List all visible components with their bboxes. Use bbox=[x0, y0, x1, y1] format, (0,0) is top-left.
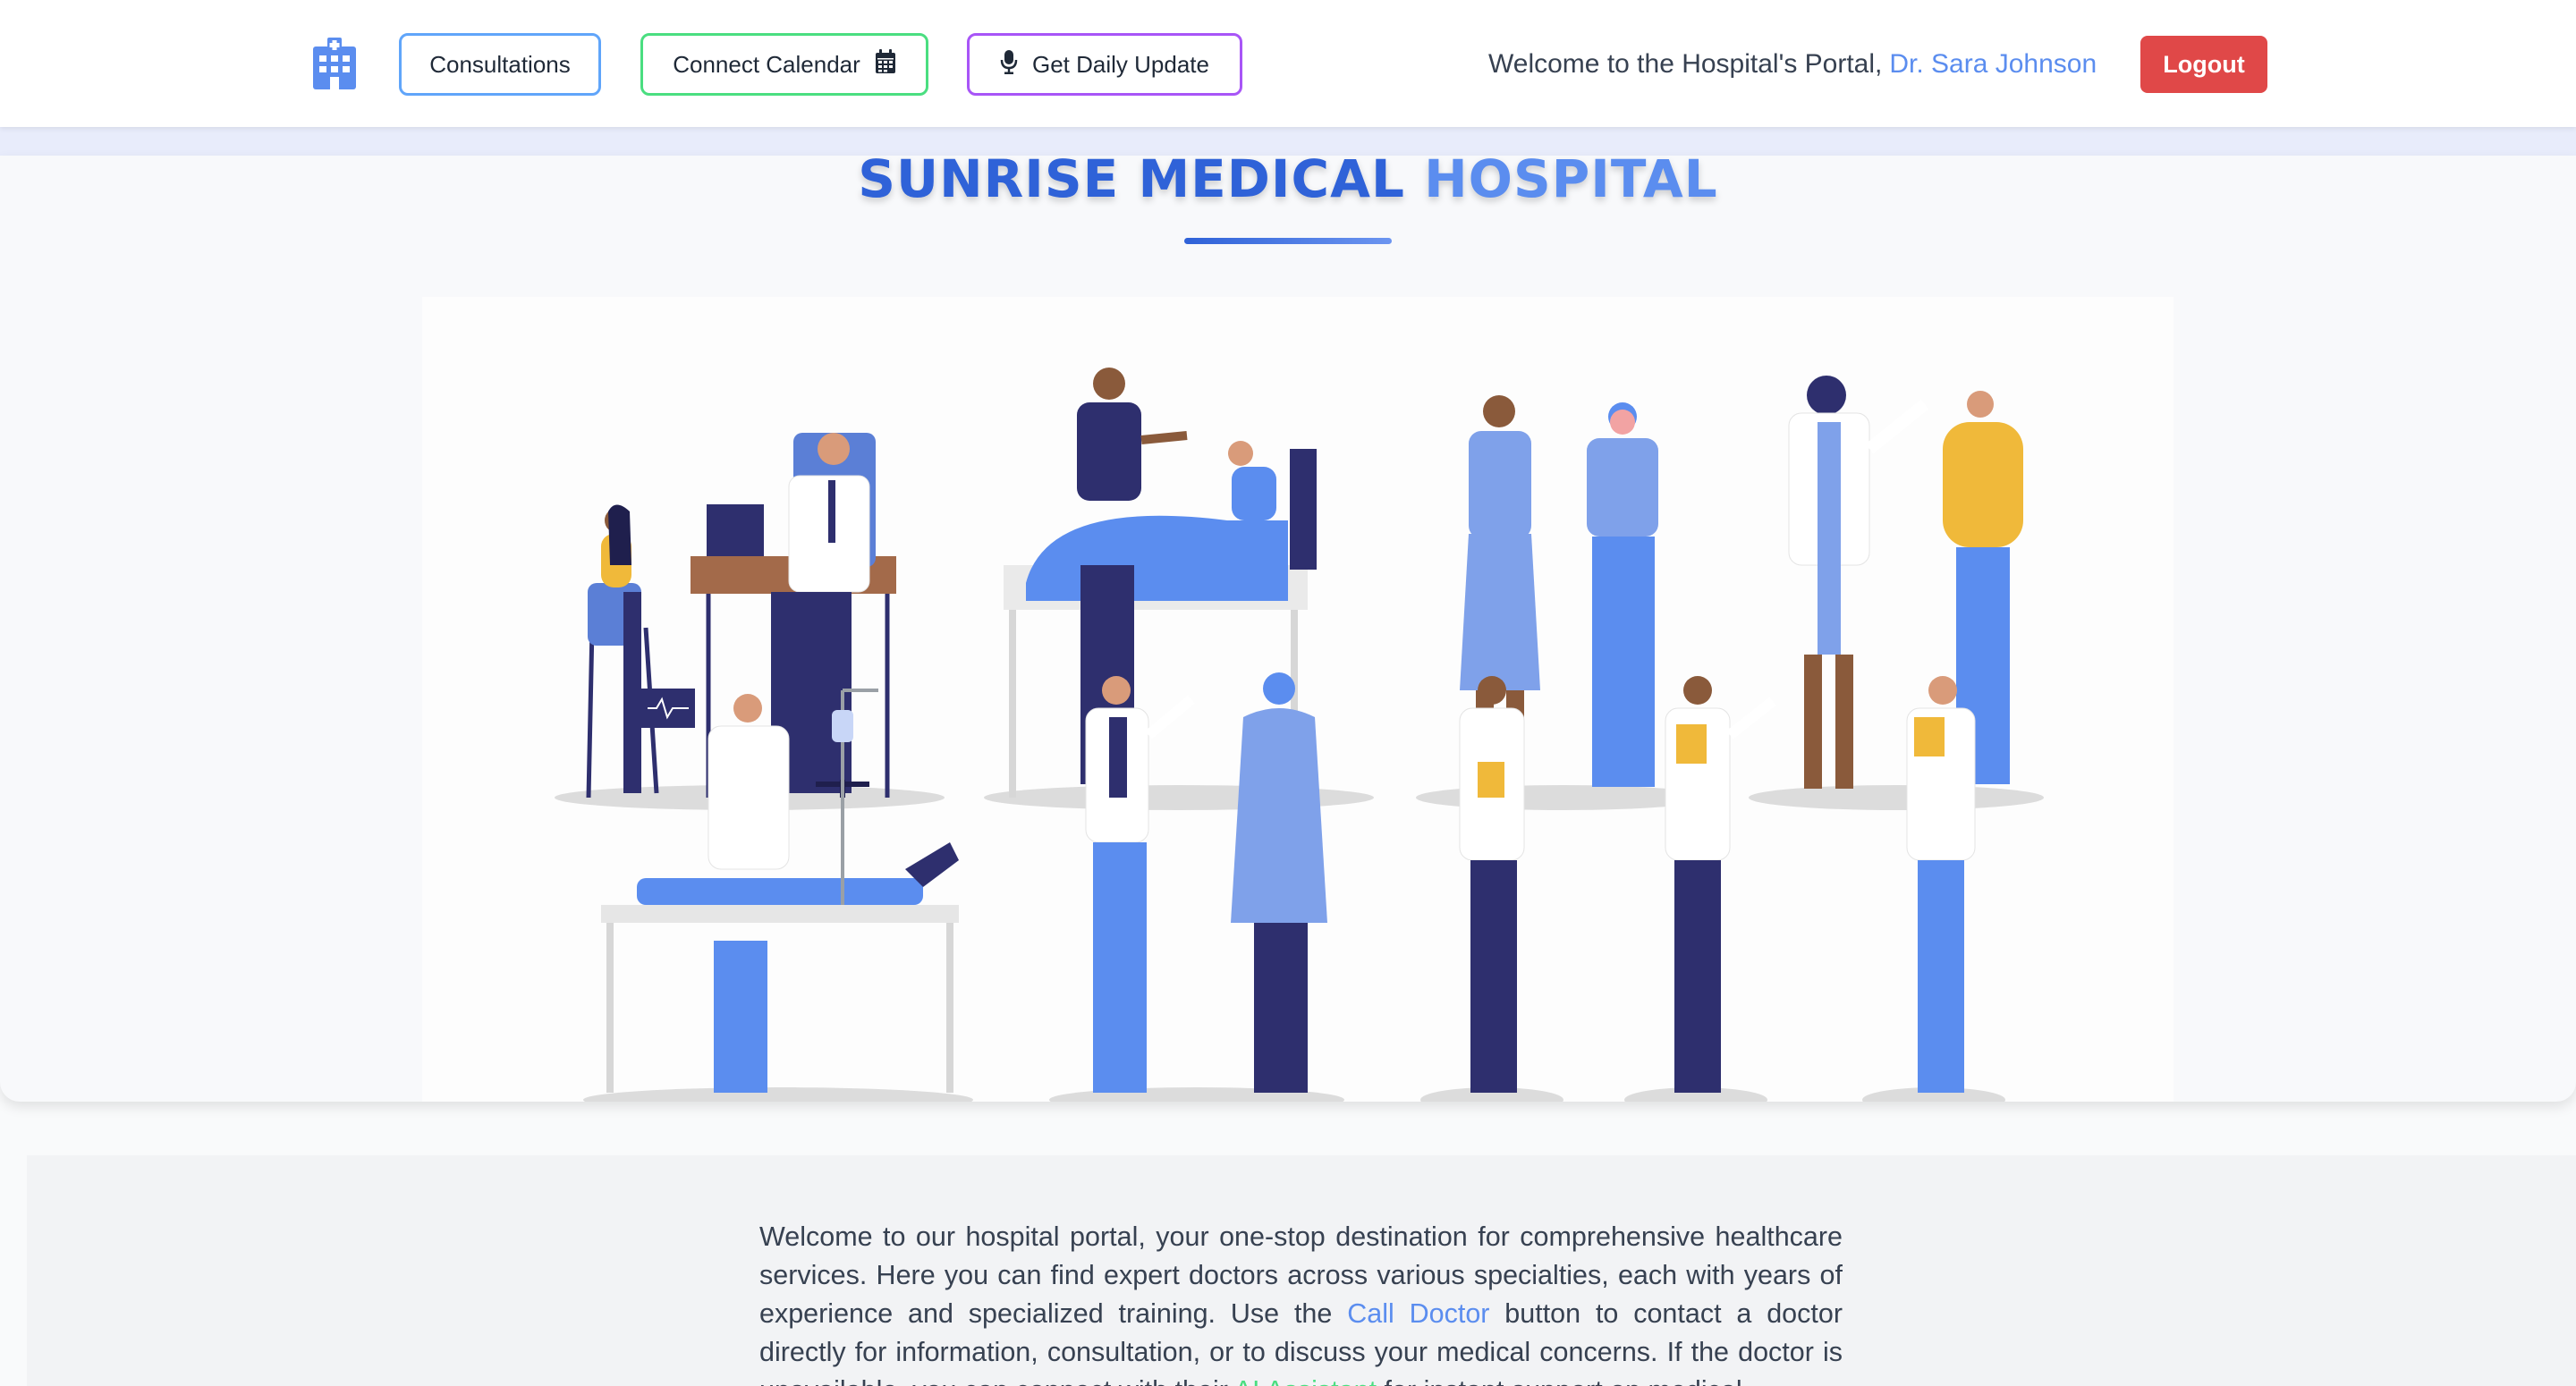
hospital-building-icon[interactable] bbox=[311, 38, 358, 89]
top-navbar: Consultations Connect Calendar Get Daily… bbox=[0, 0, 2576, 127]
title-underline bbox=[1184, 238, 1392, 244]
call-doctor-link[interactable]: Call Doctor bbox=[1347, 1298, 1489, 1329]
connect-calendar-label: Connect Calendar bbox=[673, 50, 860, 78]
hospital-title-part2: HOSPITAL bbox=[1424, 148, 1718, 209]
calendar-icon bbox=[875, 48, 896, 80]
logout-button[interactable]: Logout bbox=[2140, 36, 2267, 93]
get-daily-update-label: Get Daily Update bbox=[1032, 50, 1209, 78]
hospital-title: SUNRISE MEDICAL HOSPITAL bbox=[0, 150, 2576, 207]
medical-staff-illustration bbox=[422, 297, 2174, 1102]
welcome-prefix: Welcome to the Hospital's Portal, bbox=[1488, 49, 1883, 79]
intro-section: Welcome to our hospital portal, your one… bbox=[27, 1155, 2576, 1386]
connect-calendar-button[interactable]: Connect Calendar bbox=[640, 33, 928, 96]
intro-paragraph: Welcome to our hospital portal, your one… bbox=[759, 1218, 1843, 1386]
microphone-icon bbox=[1000, 49, 1018, 80]
consultations-button[interactable]: Consultations bbox=[399, 33, 601, 96]
ai-assistant-link[interactable]: AI Assistant bbox=[1234, 1375, 1377, 1386]
doctor-name: Dr. Sara Johnson bbox=[1889, 49, 2097, 79]
get-daily-update-button[interactable]: Get Daily Update bbox=[967, 33, 1242, 96]
hospital-title-part1: SUNRISE MEDICAL bbox=[858, 148, 1405, 209]
hero-card: SUNRISE MEDICAL HOSPITAL bbox=[0, 150, 2576, 1102]
welcome-message: Welcome to the Hospital's Portal, Dr. Sa… bbox=[1488, 46, 2097, 82]
consultations-label: Consultations bbox=[429, 50, 571, 78]
intro-text-part3: for instant support on medical bbox=[1385, 1375, 1742, 1386]
